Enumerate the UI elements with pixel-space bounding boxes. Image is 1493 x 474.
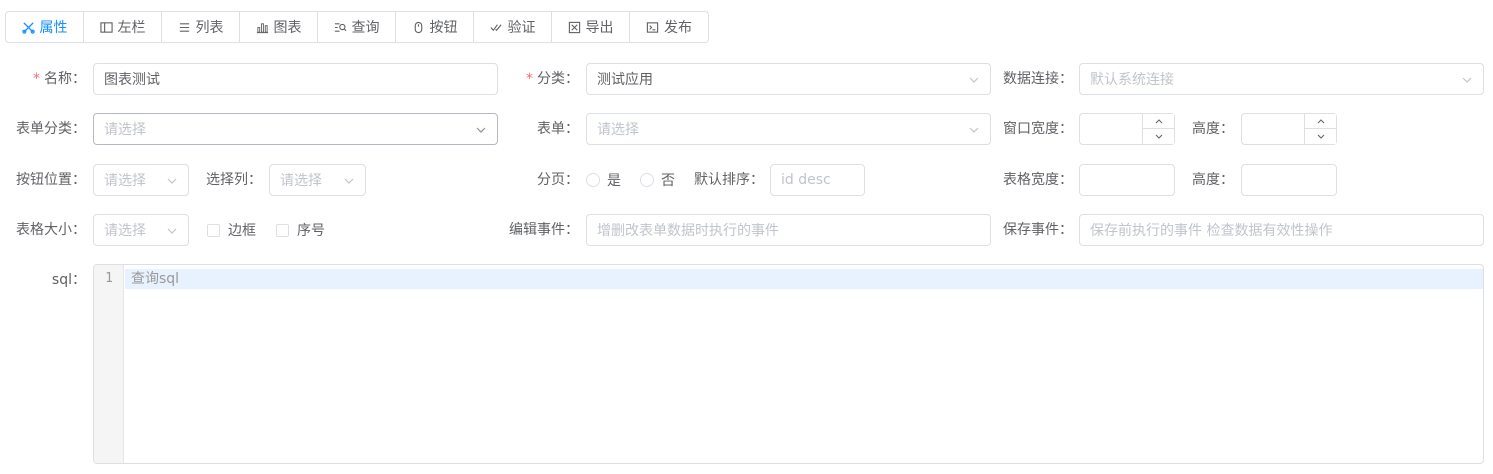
tab-query[interactable]: 查询 — [318, 12, 396, 42]
decrement-button[interactable] — [1143, 129, 1174, 144]
mouse-icon — [414, 21, 422, 33]
table-width-input[interactable] — [1079, 164, 1175, 196]
edit-event-input[interactable]: 增删改表单数据时执行的事件 — [586, 214, 991, 246]
tab-buttons[interactable]: 按钮 — [396, 12, 474, 42]
sql-editor[interactable]: 1 查询sql — [93, 264, 1484, 464]
datasource-label: 数据连接： — [1003, 71, 1073, 87]
edit-event-label: 编辑事件： — [509, 222, 579, 238]
border-checkbox[interactable]: 边框 — [207, 214, 256, 246]
search-list-icon — [334, 22, 346, 32]
chevron-down-icon — [476, 127, 486, 133]
save-event-input[interactable]: 保存前执行的事件 检查数据有效性操作 — [1079, 214, 1484, 246]
tab-label: 属性 — [39, 20, 68, 36]
index-checkbox[interactable]: 序号 — [276, 214, 325, 246]
chevron-up-icon — [1317, 119, 1324, 124]
table-width-label: 表格宽度： — [1003, 172, 1073, 188]
check-double-icon — [490, 23, 502, 31]
terminal-icon — [646, 21, 659, 33]
table-size-select[interactable]: 请选择 — [93, 214, 189, 246]
window-width-input[interactable] — [1079, 113, 1175, 145]
name-input[interactable]: 图表测试 — [93, 63, 498, 95]
radio-circle — [640, 173, 654, 187]
required-mark: * — [526, 71, 533, 87]
default-sort-label: 默认排序： — [694, 172, 764, 188]
table-height-input[interactable] — [1241, 164, 1337, 196]
chevron-down-icon — [167, 178, 177, 184]
tab-list[interactable]: 列表 — [162, 12, 240, 42]
checkbox-box — [207, 223, 220, 237]
active-line-highlight — [125, 269, 1483, 289]
decrement-button[interactable] — [1305, 129, 1336, 144]
tab-properties[interactable]: 属性 — [6, 12, 84, 42]
tab-label: 图表 — [273, 20, 302, 36]
tab-label: 发布 — [664, 20, 692, 36]
line-gutter — [94, 265, 124, 463]
checkbox-label: 序号 — [297, 223, 325, 239]
sidebar-icon — [99, 21, 113, 33]
chevron-down-icon — [969, 127, 979, 133]
table-size-label: 表格大小： — [16, 222, 86, 238]
select-column-select[interactable]: 请选择 — [269, 164, 366, 196]
form-label: 表单： — [537, 121, 579, 137]
form-category-select[interactable]: 请选择 — [93, 113, 498, 145]
number-stepper — [1304, 114, 1336, 144]
list-icon — [179, 22, 189, 32]
table-height-label: 高度： — [1192, 172, 1234, 188]
chevron-down-icon — [1155, 134, 1162, 139]
category-select[interactable]: 测试应用 — [586, 63, 991, 95]
tab-export[interactable]: 导出 — [552, 12, 630, 42]
tab-chart[interactable]: 图表 — [240, 12, 318, 42]
tab-bar: 属性 左栏 列表 图表 查询 按钮 验证 导出 发布 — [5, 11, 709, 43]
required-mark: * — [33, 71, 40, 87]
button-position-select[interactable]: 请选择 — [93, 164, 189, 196]
export-icon — [568, 21, 580, 33]
increment-button[interactable] — [1143, 114, 1174, 129]
checkbox-label: 边框 — [228, 223, 256, 239]
checkbox-box — [276, 223, 289, 237]
form-category-label: 表单分类： — [16, 121, 86, 137]
sql-placeholder: 查询sql — [131, 271, 180, 287]
form-select[interactable]: 请选择 — [586, 113, 991, 145]
tab-validation[interactable]: 验证 — [474, 12, 552, 42]
tab-label: 列表 — [195, 20, 224, 36]
tab-label: 查询 — [351, 20, 380, 36]
paging-no-radio[interactable]: 否 — [640, 164, 675, 196]
tab-label: 左栏 — [117, 20, 146, 36]
category-label: * 分类： — [526, 71, 579, 87]
tab-left-column[interactable]: 左栏 — [84, 12, 162, 42]
tab-label: 按钮 — [429, 20, 458, 36]
chevron-down-icon — [1462, 77, 1472, 83]
name-label: * 名称： — [33, 71, 86, 87]
window-height-label: 高度： — [1192, 121, 1234, 137]
default-sort-input[interactable]: id desc — [770, 164, 865, 196]
button-position-label: 按钮位置： — [16, 172, 86, 188]
chevron-down-icon — [344, 178, 354, 184]
datasource-select[interactable]: 默认系统连接 — [1079, 63, 1484, 95]
tab-label: 导出 — [585, 20, 614, 36]
radio-label: 否 — [661, 173, 675, 189]
bar-chart-icon — [256, 22, 268, 33]
sql-label: sql： — [51, 272, 86, 288]
paging-yes-radio[interactable]: 是 — [586, 164, 621, 196]
paging-label: 分页： — [537, 172, 579, 188]
radio-label: 是 — [607, 173, 621, 189]
chevron-up-icon — [1155, 119, 1162, 124]
save-event-label: 保存事件： — [1003, 222, 1073, 238]
radio-circle — [586, 173, 600, 187]
window-width-label: 窗口宽度： — [1003, 121, 1073, 137]
select-column-label: 选择列： — [206, 172, 262, 188]
chevron-down-icon — [1317, 134, 1324, 139]
scissors-icon — [21, 21, 35, 34]
tab-publish[interactable]: 发布 — [630, 12, 708, 42]
tab-label: 验证 — [507, 20, 536, 36]
chevron-down-icon — [167, 228, 177, 234]
window-height-input[interactable] — [1241, 113, 1337, 145]
number-stepper — [1142, 114, 1174, 144]
line-number: 1 — [105, 271, 113, 286]
chevron-down-icon — [969, 77, 979, 83]
increment-button[interactable] — [1305, 114, 1336, 129]
